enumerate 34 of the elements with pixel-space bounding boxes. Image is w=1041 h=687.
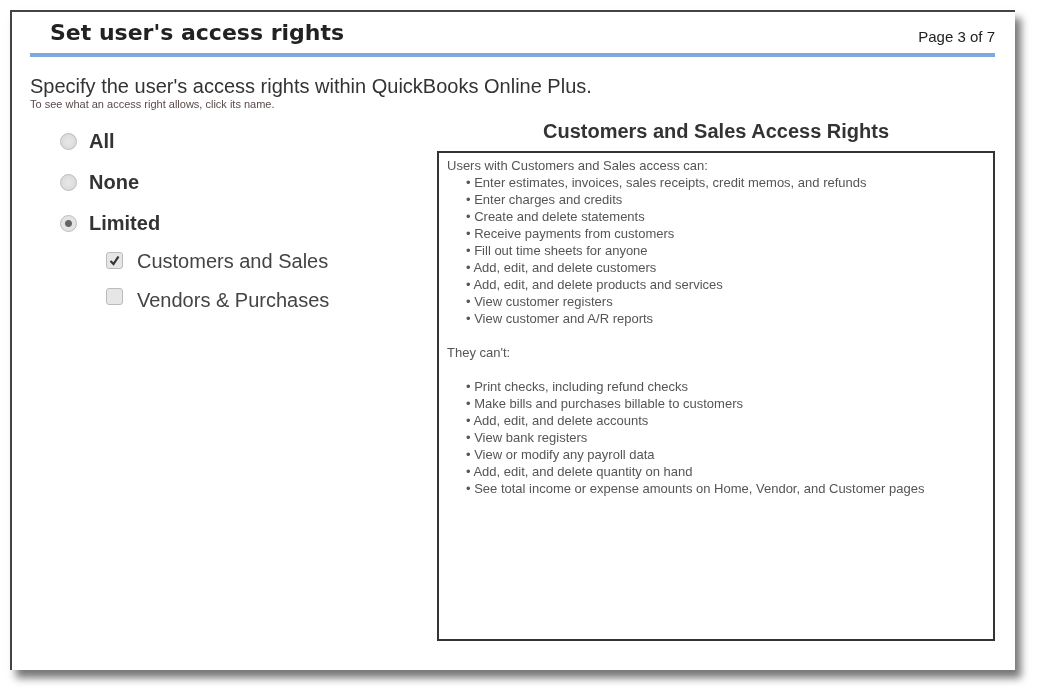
right-item: • Create and delete statements xyxy=(465,208,646,225)
right-item: • View customer registers xyxy=(465,293,614,310)
intro-text: Specify the user's access rights within QuickBooks Online Plus. xyxy=(30,75,593,98)
right-item: • Add, edit, and delete products and services xyxy=(465,276,724,293)
radio-label[interactable]: None xyxy=(89,171,139,194)
area-checkbox-label[interactable]: Customers and Sales xyxy=(106,249,346,274)
radio-label[interactable]: All xyxy=(89,130,115,153)
hint-text: To see what an access right allows, click its name. xyxy=(30,98,276,110)
restriction-item: • Make bills and purchases billable to customers xyxy=(465,395,744,412)
radio-button[interactable] xyxy=(60,133,77,150)
page-indicator: Page 3 of 7 xyxy=(918,28,995,45)
restriction-item: • Print checks, including refund checks xyxy=(465,378,690,395)
right-item: • Add, edit, and delete customers xyxy=(465,259,658,276)
details-heading: They can't: xyxy=(447,344,512,361)
restriction-item: • View bank registers xyxy=(465,429,589,446)
check-icon xyxy=(109,255,120,266)
right-item: • Fill out time sheets for anyone xyxy=(465,242,649,259)
right-item: • Enter charges and credits xyxy=(465,191,624,208)
right-item: • Enter estimates, invoices, sales receipts, credit memos, and refunds xyxy=(465,174,868,191)
details-title: Customers and Sales Access Rights xyxy=(542,120,890,143)
checkbox[interactable] xyxy=(106,288,123,305)
restriction-item: • Add, edit, and delete quantity on hand xyxy=(465,463,694,480)
radio-button[interactable] xyxy=(60,215,77,232)
page-title: Set user's access rights xyxy=(50,20,345,45)
checkbox[interactable] xyxy=(106,252,123,269)
details-heading: Users with Customers and Sales access can: xyxy=(447,157,709,174)
radio-label[interactable]: Limited xyxy=(89,212,161,235)
right-item: • View customer and A/R reports xyxy=(465,310,655,327)
restriction-item: • Add, edit, and delete accounts xyxy=(465,412,650,429)
restriction-item: • View or modify any payroll data xyxy=(465,446,656,463)
area-checkbox-label[interactable]: Vendors & Purchases xyxy=(106,288,346,313)
radio-button[interactable] xyxy=(60,174,77,191)
restriction-item: • See total income or expense amounts on Home, Vendor, and Customer pages xyxy=(465,480,926,497)
right-item: • Receive payments from customers xyxy=(465,225,676,242)
